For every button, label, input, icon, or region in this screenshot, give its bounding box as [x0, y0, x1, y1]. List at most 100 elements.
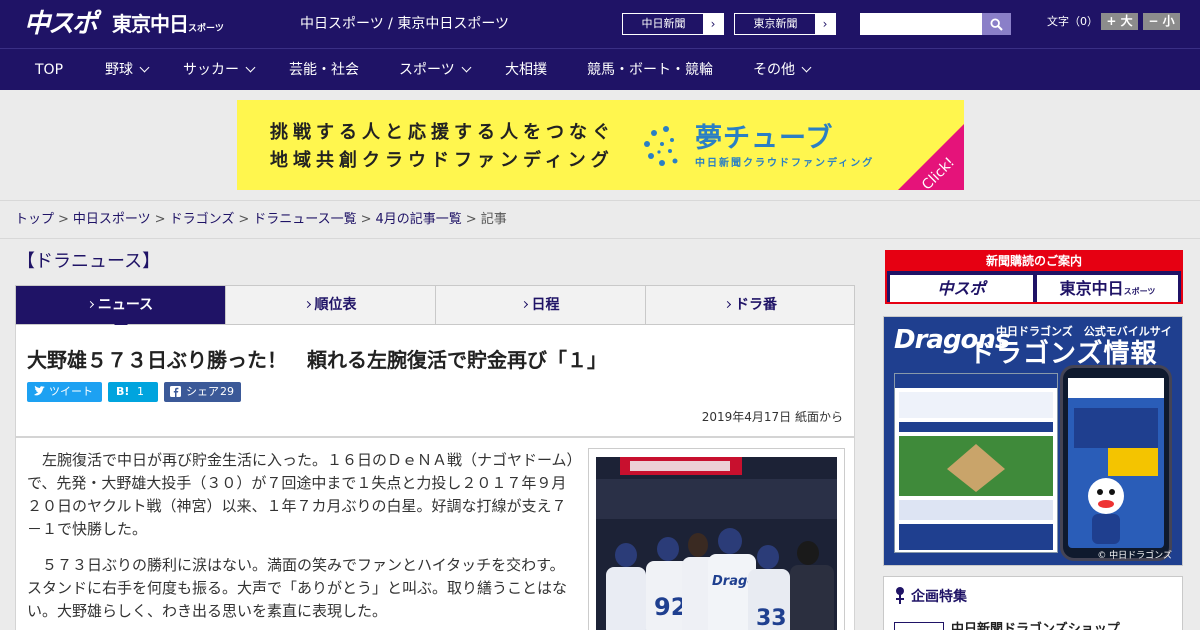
sites-title: 中日スポーツ / 東京中日スポーツ [300, 16, 510, 32]
hatena-bookmark-button[interactable]: B! 1 [108, 382, 158, 402]
font-size-label: 文字（0） [1047, 15, 1098, 28]
site-header: 中スポ 東京中日スポーツ 中日スポーツ / 東京中日スポーツ 中日新聞 › 東京… [0, 0, 1200, 48]
article-paragraph: 左腕復活で中日が再び貯金生活に入った。１６日のＤｅＮＡ戦（ナゴヤドーム）で、先発… [27, 451, 575, 538]
breadcrumb-bar: トップ > 中日スポーツ > ドラゴンズ > ドラニュース一覧 >4月の記事一覧 > 記事 [0, 200, 1200, 239]
breadcrumb-separator: > [238, 212, 250, 227]
facebook-icon [170, 386, 181, 397]
dragons-mobile-ad[interactable]: Dragons 中日ドラゴンズ 公式モバイルサイト ドラゴンズ情報 © 中日ドラ… [883, 316, 1183, 566]
tab-label: 日程 [531, 297, 560, 313]
tab-standings[interactable]: 順位表 [226, 286, 436, 324]
font-size-increase-button[interactable]: + 大 [1101, 13, 1138, 30]
breadcrumb-separator: > [360, 212, 372, 227]
breadcrumb-separator: > [154, 212, 166, 227]
search-button[interactable] [982, 13, 1011, 35]
breadcrumb-separator: > [58, 212, 69, 227]
nav-item-soccer[interactable]: サッカー [183, 49, 256, 91]
pin-icon [896, 587, 904, 604]
mascot-image [1068, 378, 1164, 544]
chevron-right-icon [86, 300, 94, 309]
tab-label: ドラ番 [735, 297, 777, 313]
hatena-label: B! [116, 385, 130, 398]
dragons-ad-phone [1060, 365, 1172, 561]
crowdfunding-banner[interactable]: 挑戦する人と応援する人をつなぐ 地域共創クラウドファンディング 夢チューブ 中日… [237, 100, 964, 190]
tab-schedule[interactable]: 日程 [436, 286, 646, 324]
breadcrumb: トップ > 中日スポーツ > ドラゴンズ > ドラニュース一覧 >4月の記事一覧 > 記事 [15, 211, 507, 229]
nav-item-sumo[interactable]: 大相撲 [505, 49, 547, 91]
breadcrumb-link-dranews-list[interactable]: ドラニュース一覧 [253, 212, 356, 227]
hatena-count: 1 [137, 385, 144, 398]
banner-line-1: 挑戦する人と応援する人をつなぐ [270, 122, 615, 143]
news-tabs: ニュース 順位表 日程 ドラ番 [15, 285, 856, 331]
chevron-down-icon [461, 62, 472, 73]
dragons-ad-copyright: © 中日ドラゴンズ [1097, 551, 1172, 561]
nav-item-top[interactable]: TOP [35, 49, 63, 91]
nav-label: サッカー [183, 62, 239, 78]
players-celebrating-image: 92 Dragons 33 [596, 457, 837, 630]
search-icon [990, 18, 1003, 31]
chevron-right-icon [520, 300, 528, 309]
article-dateline: 2019年4月17日 紙面から [701, 410, 843, 424]
chevron-right-icon [303, 300, 311, 309]
nav-label: TOP [35, 62, 64, 78]
nav-item-sports[interactable]: スポーツ [399, 49, 472, 91]
article-body: 左腕復活で中日が再び貯金生活に入った。１６日のＤｅＮＡ戦（ナゴヤドーム）で、先発… [15, 437, 855, 630]
ext-link-label: 中日新聞 [641, 17, 686, 30]
ext-link-label: 東京新聞 [753, 17, 798, 30]
nav-item-other[interactable]: その他 [753, 49, 812, 91]
feature-item-link[interactable]: 中日新聞ドラゴンズショップ [951, 622, 1120, 630]
nav-item-baseball[interactable]: 野球 [105, 49, 150, 91]
tab-label: 順位表 [314, 297, 357, 313]
article-photo-frame[interactable]: 92 Dragons 33 [588, 448, 845, 630]
chevron-right-icon [723, 300, 732, 309]
breadcrumb-link-april-list[interactable]: 4月の記事一覧 [376, 212, 462, 227]
tokyo-shimbun-link[interactable]: 東京新聞 › [734, 13, 836, 35]
nav-label: 競馬・ボート・競輪 [587, 62, 713, 78]
nav-label: その他 [753, 62, 795, 78]
breadcrumb-current: 記事 [480, 212, 507, 227]
nav-label: 芸能・社会 [289, 62, 359, 78]
dragons-ad-phone-screen [1068, 378, 1164, 548]
dream-tube-logo-icon [644, 126, 678, 166]
sub-btn2-small: スポーツ [1123, 287, 1156, 296]
article-paragraph: ５７３日ぶりの勝利に涙はない。満面の笑みでファンとハイタッチを交わす。スタンドに… [27, 556, 568, 620]
feature-item-thumbnail[interactable] [894, 622, 944, 630]
banner-brand: 夢チューブ [695, 123, 834, 154]
tab-label: ニュース [97, 297, 154, 313]
logo-tokyo-small: スポーツ [188, 24, 224, 34]
breadcrumb-link-chunichi-sports[interactable]: 中日スポーツ [73, 212, 151, 227]
banner-brand-sub: 中日新聞クラウドファンディング [695, 158, 875, 169]
feature-box: 企画特集 中日新聞ドラゴンズショップ [883, 576, 1183, 630]
chunichi-sports-logo[interactable]: 中スポ [24, 9, 102, 39]
svg-text:33: 33 [756, 606, 787, 630]
nav-item-racing[interactable]: 競馬・ボート・競輪 [587, 49, 713, 91]
nav-item-entertainment[interactable]: 芸能・社会 [289, 49, 359, 91]
article-photo: 92 Dragons 33 [596, 457, 837, 630]
chevron-down-icon [139, 62, 150, 73]
section-title: 【ドラニュース】 [17, 251, 161, 272]
chevron-right-icon: › [703, 14, 723, 34]
tweet-button[interactable]: ツイート [27, 382, 102, 402]
font-size-decrease-button[interactable]: − 小 [1143, 13, 1180, 30]
breadcrumb-link-dragons[interactable]: ドラゴンズ [170, 212, 235, 227]
main-nav: TOP 野球 サッカー 芸能・社会 スポーツ 大相撲 競馬・ボート・競輪 その他 [0, 48, 1200, 90]
scoreboard-image [895, 374, 1057, 550]
article-header: 大野雄５７３日ぶり勝った！ 頼れる左腕復活で貯金再び「１」 ツイート B! 1 … [15, 325, 855, 437]
facebook-share-button[interactable]: シェア 29 [164, 382, 241, 402]
subscribe-chunichi-sports-button[interactable]: 中スポ [890, 275, 1033, 302]
tab-draban[interactable]: ドラ番 [646, 286, 856, 324]
subscribe-tokyo-chunichi-button[interactable]: 東京中日スポーツ [1037, 275, 1178, 302]
tokyo-chunichi-sports-logo[interactable]: 東京中日スポーツ [112, 11, 224, 37]
chunichi-shimbun-link[interactable]: 中日新聞 › [622, 13, 724, 35]
tweet-label: ツイート [49, 385, 93, 398]
facebook-count: 29 [220, 385, 234, 398]
search-input[interactable] [860, 13, 982, 35]
logo-tokyo-main: 東京中日 [112, 12, 189, 36]
tab-news[interactable]: ニュース [16, 286, 226, 331]
feature-title: 企画特集 [911, 589, 967, 605]
subscription-box: 新聞購読のご案内 中スポ 東京中日スポーツ [885, 250, 1183, 304]
breadcrumb-link-top[interactable]: トップ [15, 212, 54, 227]
banner-line-2: 地域共創クラウドファンディング [270, 150, 614, 171]
twitter-bird-icon [34, 385, 45, 396]
subscription-heading: 新聞購読のご案内 [887, 252, 1181, 271]
nav-label: スポーツ [399, 62, 455, 78]
